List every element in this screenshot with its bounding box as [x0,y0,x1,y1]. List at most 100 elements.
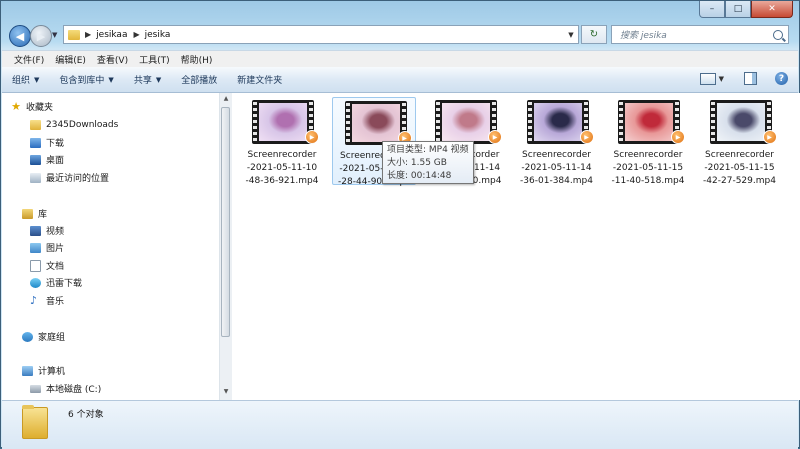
thumbnail-image [442,103,490,141]
folder-icon [68,29,80,40]
nav-item-xunlei[interactable]: 迅雷下载 [30,275,82,290]
nav-item-pictures[interactable]: 图片 [30,240,64,255]
nav-label: 音乐 [46,297,65,307]
nav-label: 2345Downloads [46,119,119,130]
file-name: Screenrecorder -2021-05-11-14 -36-01-384.m… [520,150,593,186]
nav-label: 计算机 [38,367,66,377]
chevron-right-icon[interactable]: ▶ [133,30,139,39]
preview-pane-icon[interactable] [744,72,757,85]
film-strip-icon [710,102,715,142]
computer-icon [22,365,33,376]
media-player-icon: ▶ [488,130,502,144]
nav-label: 文档 [46,262,65,272]
nav-item-music[interactable]: ♪ 音乐 [30,293,64,308]
nav-label: 本地磁盘 (C:) [46,385,102,395]
new-folder-button[interactable]: 新建文件夹 [237,73,282,86]
view-dropdown-icon[interactable]: ▼ [719,75,724,83]
chevron-right-icon[interactable]: ▶ [85,30,91,39]
folder-icon [30,119,41,130]
organize-button[interactable]: 组织 ▼ [12,73,40,87]
search-placeholder: 搜索 jesika [620,31,667,41]
thumbnail-image [351,104,400,142]
include-library-label: 包含到库中 [59,76,105,86]
search-input[interactable]: 搜索 jesika [611,25,789,44]
maximize-button[interactable]: □ [725,1,751,18]
nav-item-local-disk-c[interactable]: 本地磁盘 (C:) [30,381,101,396]
nav-computer[interactable]: 计算机 [22,363,65,378]
file-item[interactable]: ▶ Screenrecorder -2021-05-11-15 -11-40-518.… [606,97,690,186]
breadcrumb-jesika[interactable]: jesika [145,30,171,40]
refresh-button[interactable]: ↻ [581,25,607,44]
file-item[interactable]: ▶ Screenrecorder -2021-05-11-14 -36-01-384.… [515,97,599,186]
file-view: ▶ Screenrecorder -2021-05-11-10 -48-36-921.… [232,93,800,400]
menu-view[interactable]: 查看(V) [97,53,128,66]
help-icon[interactable]: ? [775,72,788,85]
nav-label: 最近访问的位置 [46,174,110,184]
include-library-button[interactable]: 包含到库中 ▼ [59,73,113,87]
item-count: 6 个对象 [68,410,104,420]
recent-pages-dropdown[interactable]: ▼ [52,31,57,39]
film-strip-icon [527,102,532,142]
share-label: 共享 [133,76,152,86]
menu-edit[interactable]: 编辑(E) [55,53,86,66]
folder-icon [22,405,48,439]
nav-label: 视频 [46,227,65,237]
search-icon[interactable] [773,29,783,40]
address-row: ◀ ▶ ▼ ▶ jesikaa ▶ jesika ▼ ↻ 搜索 jesika [7,23,793,47]
nav-label: 图片 [46,244,65,254]
file-item[interactable]: ▶ Screenrecorder -2021-05-11-10 -48-36-921.… [240,97,324,186]
nav-item-desktop[interactable]: 桌面 [30,152,64,167]
thumbnail-image [259,103,307,141]
menu-file[interactable]: 文件(F) [14,53,44,66]
nav-item-videos[interactable]: 视频 [30,223,64,238]
recent-places-icon [30,172,41,183]
media-player-icon: ▶ [671,130,685,144]
star-icon: ★ [11,100,21,113]
nav-item-documents[interactable]: 文档 [30,258,64,273]
scroll-up-icon[interactable]: ▲ [221,95,231,105]
nav-item-2345downloads[interactable]: 2345Downloads [30,117,118,132]
nav-favorites[interactable]: ★ 收藏夹 [10,99,53,114]
close-button[interactable]: ✕ [751,1,793,18]
scroll-down-icon[interactable]: ▼ [221,388,231,398]
nav-homegroup[interactable]: 家庭组 [22,329,65,344]
hard-disk-icon [30,384,41,393]
desktop-icon [30,154,41,165]
tooltip-size: 大小: 1.55 GB [387,158,447,168]
forward-button[interactable]: ▶ [30,25,52,47]
address-dropdown-icon[interactable]: ▼ [564,31,578,39]
music-note-icon: ♪ [30,294,38,307]
tooltip-type: 项目类型: MP4 视频 [387,145,469,155]
scroll-thumb[interactable] [221,107,230,337]
nav-item-downloads[interactable]: 下载 [30,135,64,150]
nav-label: 收藏夹 [26,103,54,113]
menu-tools[interactable]: 工具(T) [139,53,170,66]
nav-label: 库 [38,210,48,220]
homegroup-icon [22,331,33,342]
file-tooltip: 项目类型: MP4 视频 大小: 1.55 GB 长度: 00:14:48 [382,141,474,184]
film-strip-icon [436,102,440,142]
nav-libraries[interactable]: 库 [22,206,47,221]
play-all-button[interactable]: 全部播放 [181,73,217,86]
forward-arrow-icon: ▶ [36,29,46,43]
film-strip-icon [345,103,350,143]
breadcrumb-jesikaa[interactable]: jesikaa [96,30,127,40]
nav-label: 下载 [46,139,65,149]
media-player-icon: ▶ [579,130,594,144]
file-name: Screenrecorder -2021-05-11-15 -42-27-529.m… [703,150,776,186]
xunlei-icon [30,277,41,288]
share-button[interactable]: 共享 ▼ [133,73,161,87]
menu-help[interactable]: 帮助(H) [181,53,213,66]
back-button[interactable]: ◀ [9,25,31,47]
minimize-button[interactable]: – [699,1,725,18]
nav-scrollbar[interactable]: ▲ ▼ [219,93,232,400]
nav-label: 桌面 [46,156,65,166]
nav-item-recent[interactable]: 最近访问的位置 [30,170,109,185]
chevron-down-icon: ▼ [34,75,40,84]
caption-buttons: – □ ✕ [699,1,793,18]
address-bar[interactable]: ▶ jesikaa ▶ jesika ▼ [63,25,579,44]
change-view-icon[interactable] [699,72,716,85]
nav-label: 家庭组 [38,333,66,343]
nav-label: 迅雷下载 [46,279,83,289]
file-item[interactable]: ▶ Screenrecorder -2021-05-11-15 -42-27-529.… [698,97,782,186]
